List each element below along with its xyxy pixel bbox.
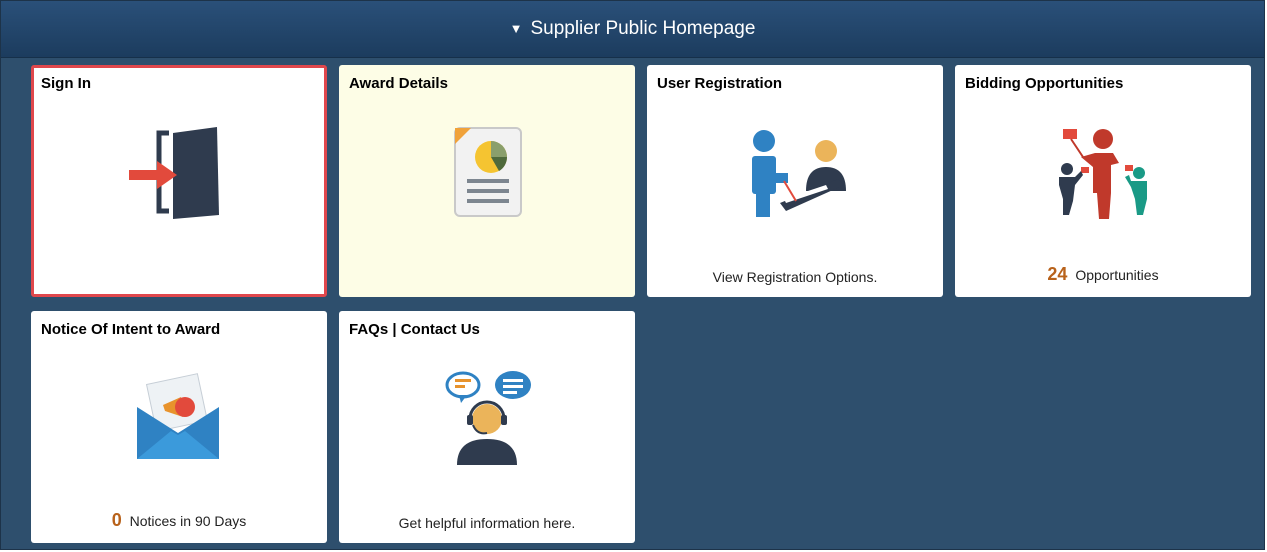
homepage-banner[interactable]: ▼ Supplier Public Homepage [1,1,1264,58]
opportunities-label: Opportunities [1075,267,1159,283]
tile-title: Award Details [349,75,448,92]
user-registration-tile[interactable]: User Registration View Registration Opti… [647,65,943,297]
document-pie-chart-icon [454,127,522,217]
bidding-people-icon [1059,129,1147,219]
faqs-footer-text: Get helpful information here. [398,515,576,531]
tile-footer: Get helpful information here. [339,515,635,531]
supplier-homepage: ▼ Supplier Public Homepage Sign In Award… [0,0,1265,550]
tile-title: User Registration [657,75,783,92]
notice-of-intent-tile[interactable]: Notice Of Intent to Award 0 Notices in 9… [31,311,327,543]
opportunities-count: 24 [1047,264,1068,284]
tile-title: Bidding Opportunities [965,75,1124,92]
triangle-down-icon[interactable]: ▼ [510,21,523,36]
tile-footer: View Registration Options. [647,269,943,285]
homepage-title: Supplier Public Homepage [530,18,756,39]
faqs-contact-tile[interactable]: FAQs | Contact Us Get helpful informatio… [339,311,635,543]
tile-title: Sign In [41,75,91,92]
tile-title: FAQs | Contact Us [349,321,480,338]
tile-footer: 24 Opportunities [955,264,1251,285]
tile-footer: 0 Notices in 90 Days [31,510,327,531]
award-details-tile[interactable]: Award Details [339,65,635,297]
bidding-opportunities-tile[interactable]: Bidding Opportunities 24 Opportunities [955,65,1251,297]
sign-in-tile[interactable]: Sign In [31,65,327,297]
support-agent-chat-icon [445,371,531,465]
registration-footer-text: View Registration Options. [712,269,878,285]
notices-count: 0 [111,510,122,530]
sign-in-door-icon [129,127,219,219]
user-registration-icon [752,130,846,217]
envelope-megaphone-icon [137,373,219,459]
tile-title: Notice Of Intent to Award [41,321,221,338]
notices-label: Notices in 90 Days [129,513,247,529]
